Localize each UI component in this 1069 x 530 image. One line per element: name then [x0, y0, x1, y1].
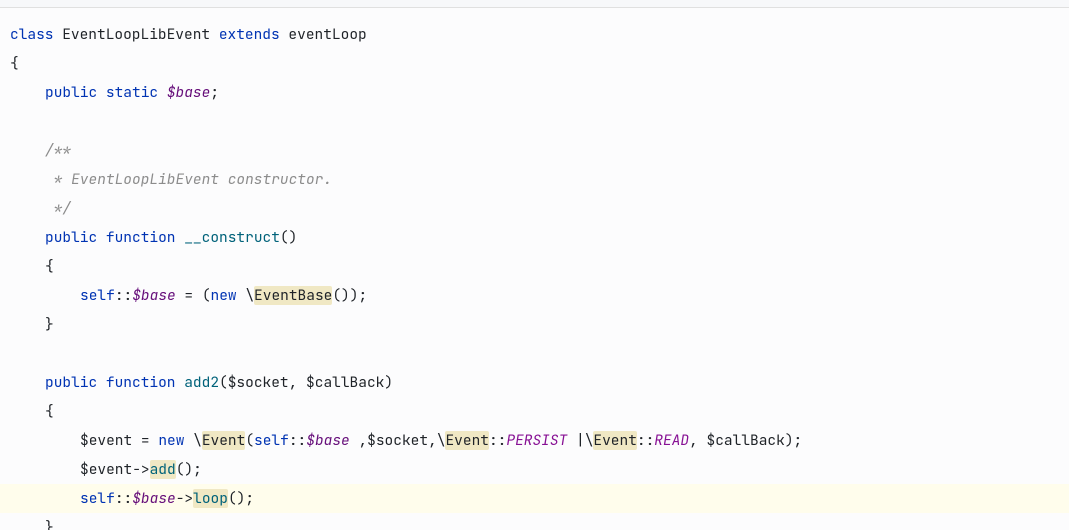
- comma: ,: [428, 431, 437, 450]
- code-line[interactable]: /**: [0, 136, 1069, 165]
- paren-open: (: [219, 373, 228, 392]
- keyword-function: function: [106, 373, 176, 392]
- keyword-self: self: [80, 286, 115, 305]
- keyword-public: public: [45, 373, 97, 392]
- method-ref-loop: loop: [193, 489, 228, 508]
- param-socket: $socket: [367, 431, 428, 450]
- keyword-static: static: [106, 83, 158, 102]
- param-callback: $callBack: [306, 373, 384, 392]
- paren-open: (: [245, 431, 254, 450]
- brace-open: {: [45, 257, 54, 276]
- doc-comment-close: */: [45, 199, 71, 218]
- assign-op: =: [132, 431, 158, 450]
- code-line[interactable]: }: [0, 310, 1069, 339]
- keyword-public: public: [45, 228, 97, 247]
- keyword-self: self: [254, 431, 289, 450]
- scope-op: ::: [637, 431, 654, 450]
- class-ref-eventbase: EventBase: [254, 286, 332, 305]
- method-add2: add2: [184, 373, 219, 392]
- scope-op: ::: [489, 431, 506, 450]
- variable-base: $base: [167, 83, 211, 102]
- code-line[interactable]: self::$base = (new \EventBase());: [0, 281, 1069, 310]
- method-ref-add: add: [150, 460, 176, 479]
- variable-event: $event: [80, 460, 132, 479]
- code-line[interactable]: {: [0, 49, 1069, 78]
- code-line[interactable]: public static $base;: [0, 78, 1069, 107]
- param-callback: $callBack: [707, 431, 785, 450]
- code-line[interactable]: }: [0, 513, 1069, 530]
- code-line[interactable]: public function __construct(): [0, 223, 1069, 252]
- scope-op: ::: [115, 489, 132, 508]
- variable-base: $base: [306, 431, 350, 450]
- arrow-op: ->: [176, 489, 193, 508]
- method-construct: __construct: [184, 228, 280, 247]
- scope-op: ::: [289, 431, 306, 450]
- keyword-function: function: [106, 228, 176, 247]
- backslash: \: [193, 431, 202, 450]
- code-line[interactable]: */: [0, 194, 1069, 223]
- paren-close: ): [785, 431, 794, 450]
- code-line[interactable]: public function add2($socket, $callBack): [0, 368, 1069, 397]
- editor-topbar: [0, 0, 1069, 8]
- code-line[interactable]: {: [0, 252, 1069, 281]
- code-editor[interactable]: class EventLoopLibEvent extends eventLoo…: [0, 8, 1069, 530]
- pipe-op: |: [567, 431, 584, 450]
- keyword-extends: extends: [219, 25, 280, 44]
- brace-close: }: [45, 518, 54, 530]
- code-line[interactable]: {: [0, 397, 1069, 426]
- keyword-new: new: [211, 286, 237, 305]
- keyword-public: public: [45, 83, 97, 102]
- param-socket: $socket: [228, 373, 289, 392]
- paren-close-semi: ());: [332, 286, 367, 305]
- parens-semi: ();: [176, 460, 202, 479]
- doc-comment-open: /**: [45, 141, 71, 160]
- code-line-current[interactable]: self::$base->loop();: [0, 484, 1069, 513]
- superclass-name: eventLoop: [288, 25, 366, 44]
- scope-op: ::: [115, 286, 132, 305]
- keyword-class: class: [10, 25, 54, 44]
- class-ref-event: Event: [202, 431, 246, 450]
- brace-close: }: [45, 315, 54, 334]
- code-line[interactable]: $event = new \Event(self::$base ,$socket…: [0, 426, 1069, 455]
- class-name: EventLoopLibEvent: [62, 25, 210, 44]
- code-line[interactable]: class EventLoopLibEvent extends eventLoo…: [0, 20, 1069, 49]
- doc-comment-body: * EventLoopLibEvent constructor.: [45, 170, 332, 189]
- keyword-self: self: [80, 489, 115, 508]
- variable-event: $event: [80, 431, 132, 450]
- paren-close: ): [384, 373, 393, 392]
- class-ref-event: Event: [593, 431, 637, 450]
- class-ref-event: Event: [445, 431, 489, 450]
- keyword-new: new: [158, 431, 184, 450]
- brace-open: {: [45, 402, 54, 421]
- comma-pad: ,: [350, 431, 367, 450]
- assign-op: =: [176, 286, 202, 305]
- variable-base: $base: [132, 286, 176, 305]
- comma: ,: [689, 431, 706, 450]
- code-line-blank[interactable]: [0, 339, 1069, 368]
- variable-base: $base: [132, 489, 176, 508]
- parens-semi: ();: [228, 489, 254, 508]
- comma: ,: [289, 373, 306, 392]
- parens: (): [280, 228, 297, 247]
- backslash: \: [245, 286, 254, 305]
- code-line[interactable]: * EventLoopLibEvent constructor.: [0, 165, 1069, 194]
- const-read: READ: [654, 431, 689, 450]
- paren-open: (: [202, 286, 211, 305]
- semicolon: ;: [794, 431, 803, 450]
- brace-open: {: [10, 54, 19, 73]
- code-line-blank[interactable]: [0, 107, 1069, 136]
- semicolon: ;: [210, 83, 219, 102]
- code-line[interactable]: $event->add();: [0, 455, 1069, 484]
- const-persist: PERSIST: [506, 431, 567, 450]
- arrow-op: ->: [132, 460, 149, 479]
